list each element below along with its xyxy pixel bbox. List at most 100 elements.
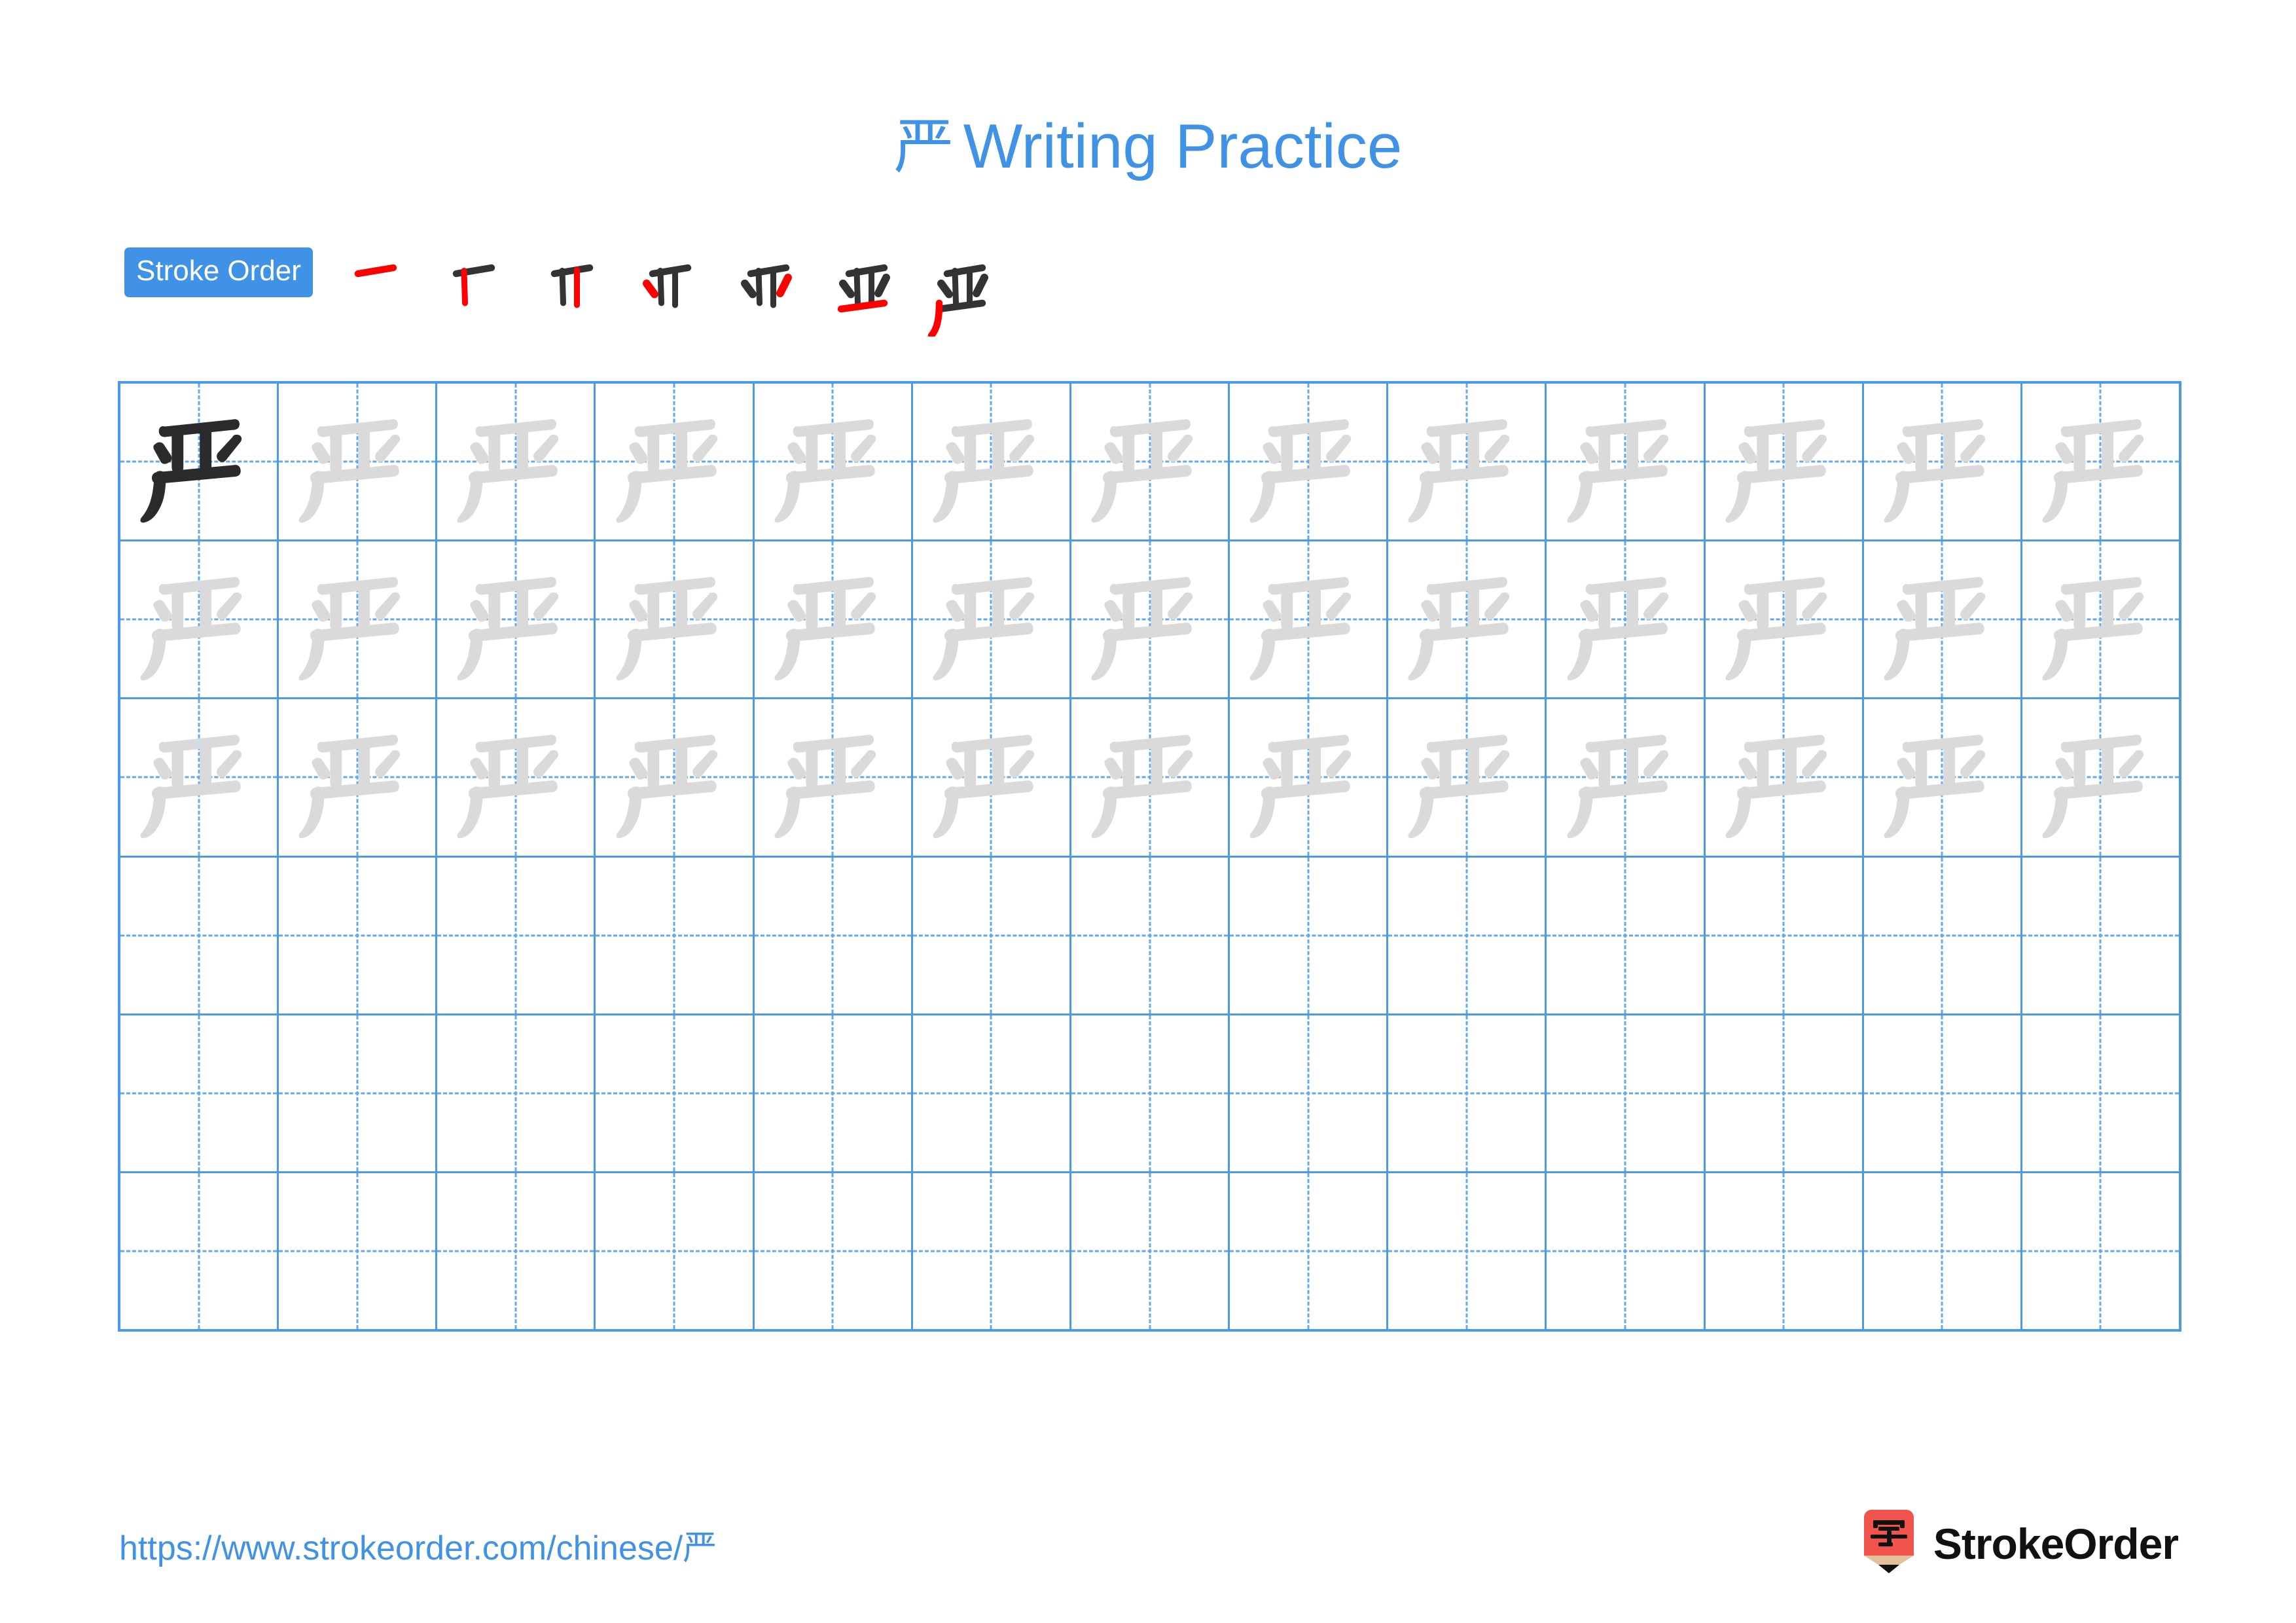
stroke-step-1 [336,238,435,337]
practice-grid-cell[interactable] [1547,699,1706,856]
practice-grid-cell[interactable] [912,541,1071,698]
practice-grid-cell[interactable] [1547,541,1706,698]
practice-grid-cell[interactable] [120,384,279,540]
practice-grid-cell[interactable] [2022,1173,2179,1330]
practice-grid-cell[interactable] [1547,384,1706,540]
practice-grid-cell[interactable] [1863,1015,2022,1171]
practice-grid-cell[interactable] [1230,699,1389,856]
stroke-step-4 [631,238,729,337]
practice-grid-cell[interactable] [279,857,438,1013]
practice-grid-cell[interactable] [437,857,596,1013]
practice-grid-row [120,699,2179,858]
trace-character [437,541,594,697]
practice-grid-cell[interactable] [1863,541,2022,698]
practice-grid-cell[interactable] [1230,1173,1389,1330]
practice-grid-cell[interactable] [2022,384,2179,540]
practice-grid-cell[interactable] [1230,384,1389,540]
practice-grid-cell[interactable] [754,699,913,856]
practice-grid-cell[interactable] [1388,1173,1547,1330]
practice-grid-cell[interactable] [1705,1015,1864,1171]
cell-guide-vertical [1149,1015,1151,1171]
trace-character [1230,384,1386,539]
practice-grid-cell[interactable] [912,1173,1071,1330]
practice-grid-cell[interactable] [437,384,596,540]
practice-grid-cell[interactable] [2022,541,2179,698]
practice-grid-cell[interactable] [1071,1173,1230,1330]
practice-grid-cell[interactable] [1071,1015,1230,1171]
practice-grid-cell[interactable] [437,1173,596,1330]
practice-grid-cell[interactable] [279,1015,438,1171]
practice-grid-cell[interactable] [754,541,913,698]
cell-guide-vertical [673,1173,675,1330]
practice-grid-cell[interactable] [120,1173,279,1330]
practice-grid-cell[interactable] [912,384,1071,540]
practice-grid-cell[interactable] [754,384,913,540]
cell-guide-vertical [990,857,992,1013]
practice-grid-cell[interactable] [1230,541,1389,698]
practice-grid-cell[interactable] [2022,857,2179,1013]
practice-grid-cell[interactable] [1547,1173,1706,1330]
practice-grid-cell[interactable] [596,384,755,540]
practice-grid-cell[interactable] [279,699,438,856]
practice-grid-cell[interactable] [1388,541,1547,698]
practice-grid-cell[interactable] [120,541,279,698]
practice-grid-cell[interactable] [912,1015,1071,1171]
practice-grid-cell[interactable] [1071,541,1230,698]
practice-grid-cell[interactable] [1388,699,1547,856]
practice-grid-cell[interactable] [1705,541,1864,698]
practice-grid-cell[interactable] [1547,1015,1706,1171]
practice-grid-cell[interactable] [1230,1015,1389,1171]
practice-grid-cell[interactable] [1863,699,2022,856]
practice-grid-cell[interactable] [2022,699,2179,856]
footer-url[interactable]: https://www.strokeorder.com/chinese/严 [119,1520,717,1569]
practice-grid-cell[interactable] [1230,857,1389,1013]
practice-grid-cell[interactable] [1705,699,1864,856]
practice-grid-cell[interactable] [596,541,755,698]
cell-guide-vertical [990,1015,992,1171]
cell-guide-vertical [831,857,834,1013]
practice-grid-cell[interactable] [437,541,596,698]
trace-character [755,699,911,855]
practice-grid-cell[interactable] [279,1173,438,1330]
stroke-step-6 [827,238,925,337]
practice-grid-cell[interactable] [596,1173,755,1330]
practice-grid-cell[interactable] [754,857,913,1013]
practice-grid-cell[interactable] [1388,1015,1547,1171]
practice-grid-cell[interactable] [1863,857,2022,1013]
practice-grid-cell[interactable] [1388,857,1547,1013]
cell-guide-vertical [198,1173,200,1330]
practice-grid-cell[interactable] [1705,384,1864,540]
trace-character [1706,541,1862,697]
practice-grid-cell[interactable] [437,1015,596,1171]
practice-grid-cell[interactable] [1863,1173,2022,1330]
practice-grid-cell[interactable] [1388,384,1547,540]
practice-grid-cell[interactable] [596,699,755,856]
practice-grid-cell[interactable] [120,1015,279,1171]
practice-grid-cell[interactable] [1071,699,1230,856]
practice-grid-cell[interactable] [1547,857,1706,1013]
trace-character [1071,699,1228,855]
trace-character [279,541,435,697]
practice-grid-cell[interactable] [279,541,438,698]
practice-grid-cell[interactable] [1705,857,1864,1013]
cell-guide-vertical [1782,1015,1785,1171]
stroke-step-2 [435,238,533,337]
practice-grid-cell[interactable] [754,1173,913,1330]
practice-grid-cell[interactable] [596,857,755,1013]
cell-guide-vertical [1624,1015,1626,1171]
practice-grid-cell[interactable] [120,699,279,856]
practice-grid-cell[interactable] [1071,384,1230,540]
practice-grid-cell[interactable] [1071,857,1230,1013]
cell-guide-vertical [1941,857,1943,1013]
practice-grid-cell[interactable] [912,857,1071,1013]
practice-grid-cell[interactable] [120,857,279,1013]
cell-guide-vertical [1307,1015,1310,1171]
practice-grid-cell[interactable] [279,384,438,540]
practice-grid-cell[interactable] [1705,1173,1864,1330]
practice-grid-cell[interactable] [437,699,596,856]
practice-grid-cell[interactable] [2022,1015,2179,1171]
practice-grid-cell[interactable] [912,699,1071,856]
practice-grid-cell[interactable] [1863,384,2022,540]
practice-grid-cell[interactable] [596,1015,755,1171]
practice-grid-cell[interactable] [754,1015,913,1171]
